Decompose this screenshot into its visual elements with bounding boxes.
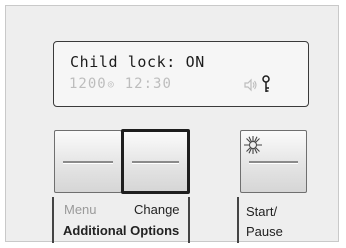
control-panel: Child lock: ON 1200◎ 12:30 Menu Change A… (5, 5, 339, 243)
button-bar (63, 160, 113, 163)
start-pause-button[interactable] (240, 130, 307, 193)
button-bar (132, 160, 179, 163)
speaker-icon (244, 78, 257, 92)
change-label: Change (134, 202, 180, 217)
divider-tick (52, 197, 54, 243)
degree-icon: ◎ (107, 79, 115, 90)
spin-speed-value: 1200 (69, 76, 107, 92)
button-bar (249, 160, 298, 163)
menu-button[interactable] (54, 130, 122, 193)
change-button[interactable] (121, 129, 190, 194)
blink-star-icon (244, 136, 262, 154)
start-label-line2: Pause (246, 224, 283, 239)
divider-tick (237, 197, 239, 243)
display-secondary-line: 1200◎ 12:30 (69, 76, 172, 92)
display-status-text: Child lock: ON (70, 53, 205, 71)
time-value: 12:30 (124, 76, 172, 92)
start-label-line1: Start/ (246, 204, 278, 219)
menu-label: Menu (64, 202, 97, 217)
key-icon (262, 75, 270, 92)
start-pause-label: Start/ Pause (246, 202, 283, 242)
divider-tick (188, 197, 190, 243)
lcd-display: Child lock: ON 1200◎ 12:30 (53, 41, 309, 107)
additional-options-label: Additional Options (63, 223, 180, 238)
